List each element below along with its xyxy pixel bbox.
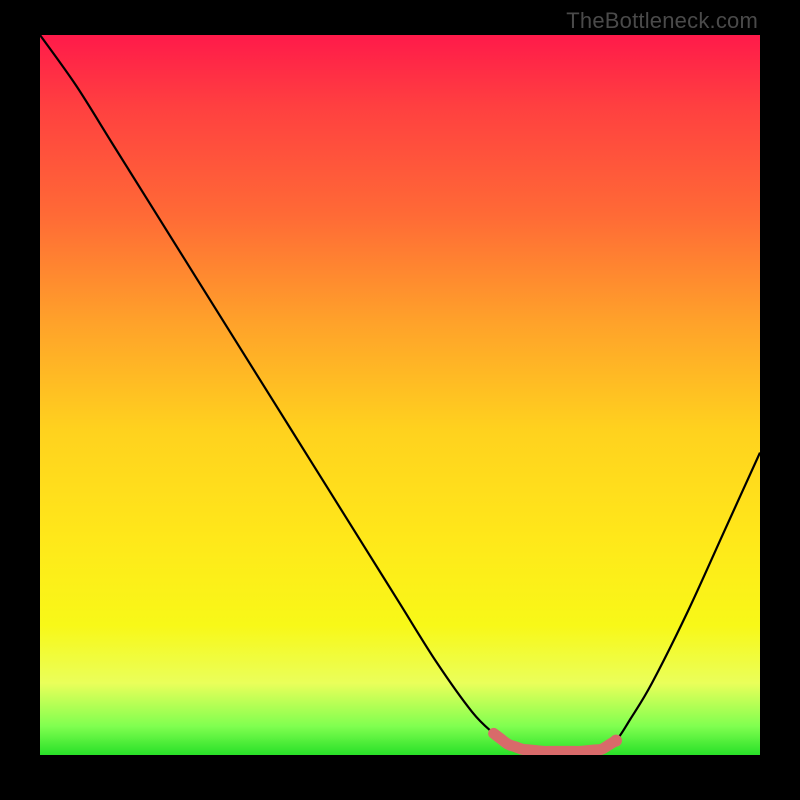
chart-svg	[40, 35, 760, 755]
optimum-range-marker	[494, 733, 616, 751]
watermark-text: TheBottleneck.com	[566, 8, 758, 34]
bottleneck-curve	[40, 35, 760, 752]
marker-dot	[610, 735, 622, 747]
chart-plot-area	[40, 35, 760, 755]
